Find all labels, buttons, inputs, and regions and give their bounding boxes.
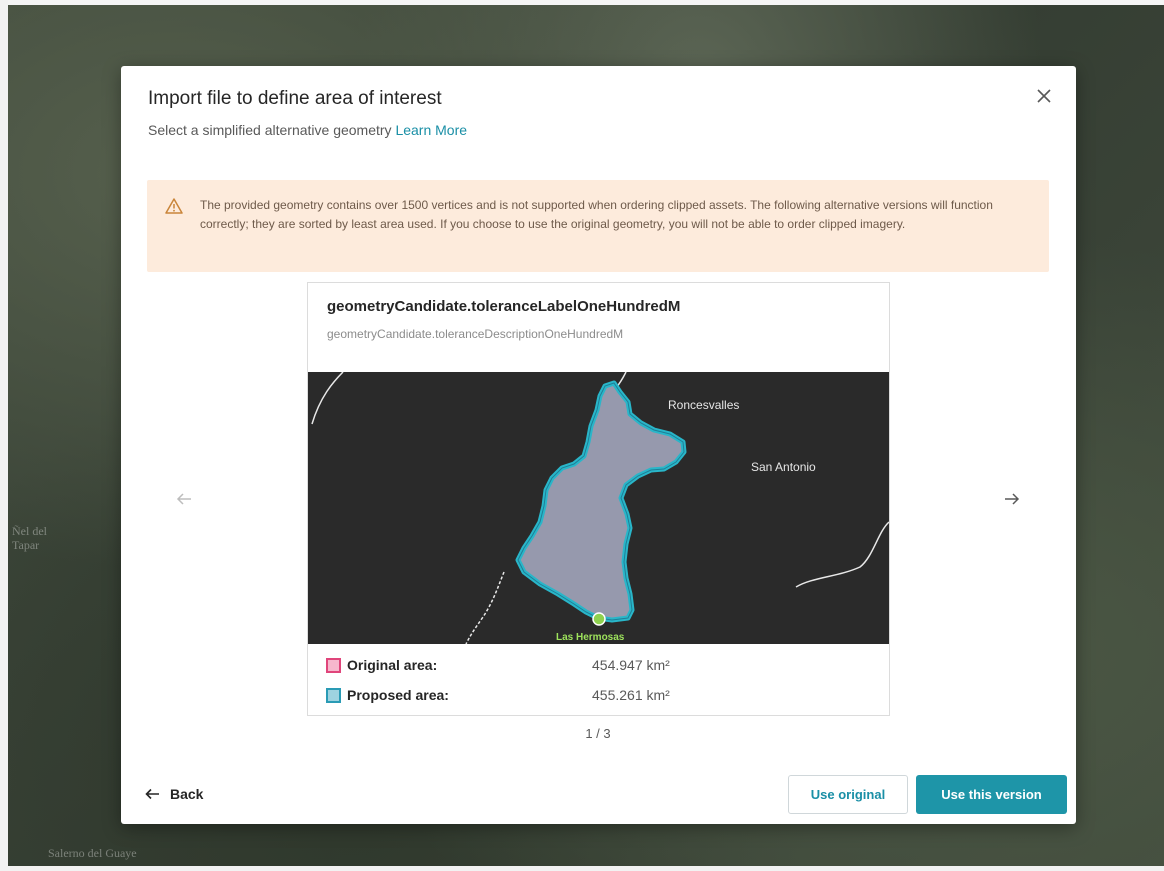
road-line — [311, 372, 344, 425]
arrow-left-icon — [176, 493, 191, 505]
use-original-button[interactable]: Use original — [788, 775, 908, 814]
proposed-area-value: 455.261 km² — [592, 687, 670, 703]
arrow-right-icon — [1005, 493, 1020, 505]
close-button[interactable] — [1032, 84, 1056, 108]
map-place-label: Ñel del — [12, 524, 47, 538]
learn-more-link[interactable]: Learn More — [395, 122, 467, 138]
arrow-left-icon — [145, 788, 159, 800]
map-place-label: Tapar — [12, 538, 40, 552]
warning-triangle-icon — [165, 198, 183, 214]
back-label: Back — [170, 786, 204, 802]
close-icon — [1037, 89, 1051, 103]
dialog-title: Import file to define area of interest — [148, 88, 442, 109]
geometry-candidate-card[interactable]: geometryCandidate.toleranceLabelOneHundr… — [307, 282, 890, 716]
geometry-preview-map: Roncesvalles San Antonio Las Hermosas — [308, 372, 889, 644]
window-edge-bottom — [0, 866, 1164, 871]
proposed-area-polygon — [515, 380, 687, 623]
page-indicator: 1 / 3 — [585, 726, 611, 741]
candidate-description: geometryCandidate.toleranceDescriptionOn… — [327, 327, 624, 341]
window-edge-left — [0, 0, 8, 871]
road-line — [465, 571, 505, 644]
proposed-area-swatch — [326, 687, 341, 703]
next-button[interactable] — [997, 484, 1027, 514]
window-edge-top — [0, 0, 1164, 5]
warning-banner: The provided geometry contains over 1500… — [147, 180, 1049, 272]
original-area-value: 454.947 km² — [592, 657, 670, 673]
place-san-antonio: San Antonio — [751, 460, 816, 474]
road-line — [795, 521, 889, 588]
place-roncesvalles: Roncesvalles — [668, 398, 739, 412]
previous-button[interactable] — [169, 484, 199, 514]
proposed-area-label: Proposed area: — [347, 687, 449, 703]
import-file-dialog: Import file to define area of interest S… — [121, 66, 1076, 824]
candidate-title: geometryCandidate.toleranceLabelOneHundr… — [327, 298, 681, 315]
place-las-hermosas: Las Hermosas — [556, 632, 625, 643]
back-button[interactable]: Back — [145, 782, 203, 806]
location-marker-icon — [592, 612, 606, 626]
map-place-label: Salerno del Guaye — [48, 846, 137, 860]
original-area-row: Original area: 454.947 km² — [326, 655, 866, 675]
map-canvas: Roncesvalles San Antonio Las Hermosas — [311, 372, 889, 644]
use-this-version-button[interactable]: Use this version — [916, 775, 1067, 814]
subtitle-text: Select a simplified alternative geometry — [148, 122, 392, 138]
warning-text: The provided geometry contains over 1500… — [200, 198, 993, 231]
proposed-area-row: Proposed area: 455.261 km² — [326, 685, 866, 705]
dialog-subtitle: Select a simplified alternative geometry… — [148, 122, 467, 138]
original-area-swatch — [326, 657, 341, 673]
original-area-label: Original area: — [347, 657, 438, 673]
